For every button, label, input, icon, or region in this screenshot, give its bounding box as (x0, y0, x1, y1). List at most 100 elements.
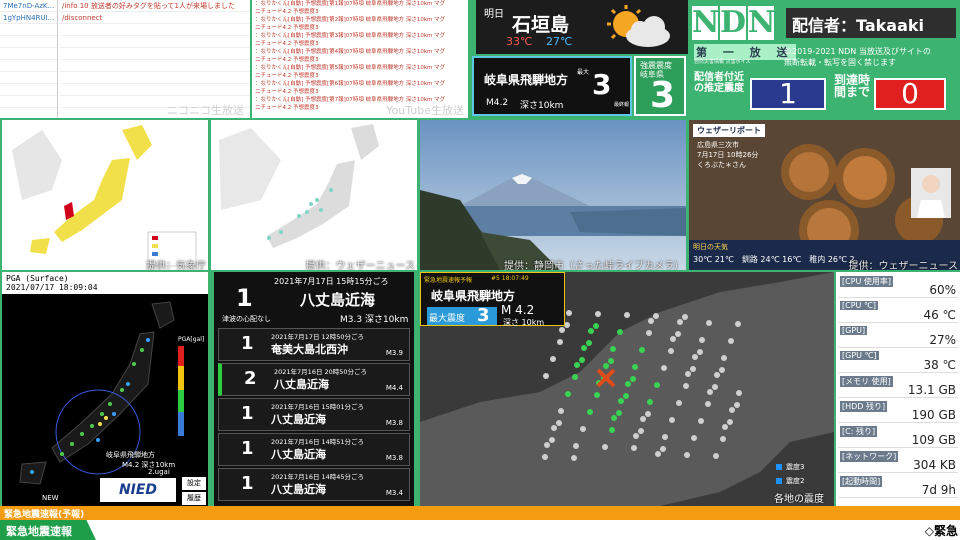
station-dot (661, 365, 667, 371)
sun-cloud-icon (607, 5, 670, 47)
station-dot (713, 453, 719, 459)
station-dot (550, 356, 556, 362)
youtube-chat-row: ：なりかくん[自動] 予想震度[第1報]07時頃 岐阜県飛騨地方 深さ10km … (255, 1, 446, 7)
eew-depth: 深さ 10km (503, 318, 545, 327)
station-dot (721, 355, 727, 361)
youtube-chat-row: ニチュード4.2 予想震度3 (255, 9, 319, 15)
map2-caption: 提供：ウェザーニュース (305, 261, 416, 270)
latest-tsunami: 津波の心配なし (222, 315, 271, 323)
chat-user-id[interactable]: 7Me7nD-AzK... (0, 0, 57, 12)
station-dot (631, 445, 637, 451)
station-dot (558, 408, 564, 414)
weather-day-tag: 明日 (484, 9, 504, 20)
station-dot (691, 435, 697, 441)
stat-key: [メモリ 使用] (840, 376, 893, 387)
eew-header: 緊急地震速報予報 (424, 277, 473, 284)
stat-value: 7d 9h (921, 483, 956, 497)
brand-tiny: 自然災害情報 災害ボイス (694, 59, 751, 65)
station-dot (684, 452, 690, 458)
system-stats-panel: [CPU 使用率] 60% [CPU ℃] 46 ℃ [GPU] 27% [GPU ℃] 38… (836, 272, 960, 506)
youtube-chat-row: ：なりかくん[自動] 予想震度[第6報]07時頃 岐阜県飛騨地方 深さ10km … (255, 81, 446, 87)
history-button[interactable]: 履歴 (182, 492, 206, 505)
mt-fuji-camera-image (420, 120, 686, 270)
japan-map-jma (2, 120, 208, 270)
station-dot (714, 372, 720, 378)
station-dot (595, 311, 601, 317)
station-dot (734, 402, 740, 408)
chat-message: /info 10 放送者の好みタグを貼って1人が来場しました (60, 0, 250, 12)
weather-high: 33℃ (506, 35, 533, 48)
pga-ugai: 2.ugai (148, 468, 170, 476)
station-dot (729, 407, 735, 413)
stat-key: [HDD 残り] (840, 401, 888, 412)
pref-intensity: 3 (650, 75, 676, 116)
chat-message-column: /info 10 放送者の好みタグを貼って1人が来場しました /disconne… (60, 0, 250, 108)
station-dot (662, 434, 668, 440)
weather-report-time: 7月17日 10時26分 (697, 151, 759, 159)
stat-value: 46 ℃ (923, 308, 956, 322)
station-dot (602, 444, 608, 450)
station-dot (676, 400, 682, 406)
stat-key: [起動時間] (840, 476, 883, 487)
station-dot (685, 371, 691, 377)
earthquake-list-item[interactable]: 2021年7月16日 20時50分ごろ 2 八丈島近海 M4.4 (218, 363, 410, 396)
station-dot (720, 436, 726, 442)
estimated-intensity-value: 1 (750, 78, 826, 110)
latest-earthquake[interactable]: 2021年7月17日 15時15分ごろ 1 八丈島近海 津波の心配なし M3.3… (218, 272, 410, 326)
station-dot (556, 420, 562, 426)
station-dot (727, 419, 733, 425)
station-dot (645, 411, 651, 417)
earthquake-list-item[interactable]: 2021年7月17日 12時50分ごろ 1 奄美大島北西沖 M3.9 (218, 328, 410, 361)
weather-report-feed: ウェザーリポート 広島県三次市 7月17日 10時26分 くろぶた＊さん 明日の… (689, 120, 960, 270)
station-dot (594, 392, 600, 398)
station-dot (712, 384, 718, 390)
earthquake-list-item[interactable]: 2021年7月16日 15時01分ごろ 1 八丈島近海 M3.8 (218, 398, 410, 431)
map1-caption: 提供：気象庁 (146, 261, 206, 270)
quake-max-label: 最大 (577, 69, 590, 76)
station-dot (580, 426, 586, 432)
station-dot (603, 363, 609, 369)
earthquake-list-item[interactable]: 2021年7月16日 14時45分ごろ 1 八丈島近海 M3.4 (218, 468, 410, 501)
station-dot (705, 401, 711, 407)
station-dot (677, 319, 683, 325)
station-dot (616, 410, 622, 416)
tomorrow-weather-label: 明日の天気 (693, 243, 728, 251)
weather-low: 27℃ (546, 35, 573, 48)
stat-key: [CPU ℃] (840, 301, 879, 310)
station-dot (623, 393, 629, 399)
latest-place: 八丈島近海 (300, 291, 376, 309)
stat-row: [CPU ℃] 46 ℃ (838, 299, 958, 323)
eew-legend-3: 震度3 (786, 463, 805, 471)
settings-button[interactable]: 設定 (182, 477, 206, 490)
station-dot (647, 399, 653, 405)
station-dot (557, 339, 563, 345)
station-dot (669, 417, 675, 423)
station-dot (565, 391, 571, 397)
nied-logo: NIED (100, 478, 176, 502)
eew-intensity: 3 (477, 305, 490, 326)
copyright-notice: ©2019-2021 NDN 当放送及びサイトの 無断転載・転写を固く禁じます (784, 47, 931, 67)
stat-row: [GPU] 27% (838, 324, 958, 348)
stat-value: 13.1 GB (907, 383, 956, 397)
prefecture-intensity-panel: 強震震度 岐阜県 3 (634, 56, 686, 116)
station-dot (586, 340, 592, 346)
station-dot (660, 446, 666, 452)
niconico-caption: ニコニコ生放送 (167, 104, 244, 117)
youtube-chat-row: ニチュード4.2 予想震度3 (255, 89, 319, 95)
station-dot (699, 337, 705, 343)
station-dot (706, 320, 712, 326)
station-dot (625, 381, 631, 387)
youtube-chat-row: ：なりかくん[自動] 予想震度[第4報]07時頃 岐阜県飛騨地方 深さ10km … (255, 49, 446, 55)
station-dot (587, 409, 593, 415)
eew-place: 岐阜県飛騨地方 (431, 289, 516, 303)
chat-user-id[interactable]: 1gYpHN4RUI... (0, 12, 57, 24)
station-dot (682, 314, 688, 320)
station-dot (559, 327, 565, 333)
stat-value: 190 GB (911, 408, 956, 422)
stat-row: [ネットワーク] 304 KB (838, 449, 958, 473)
station-dot (608, 358, 614, 364)
station-dot (707, 389, 713, 395)
station-dot (648, 318, 654, 324)
station-dot (668, 348, 674, 354)
earthquake-list-item[interactable]: 2021年7月16日 14時51分ごろ 1 八丈島近海 M3.8 (218, 433, 410, 466)
